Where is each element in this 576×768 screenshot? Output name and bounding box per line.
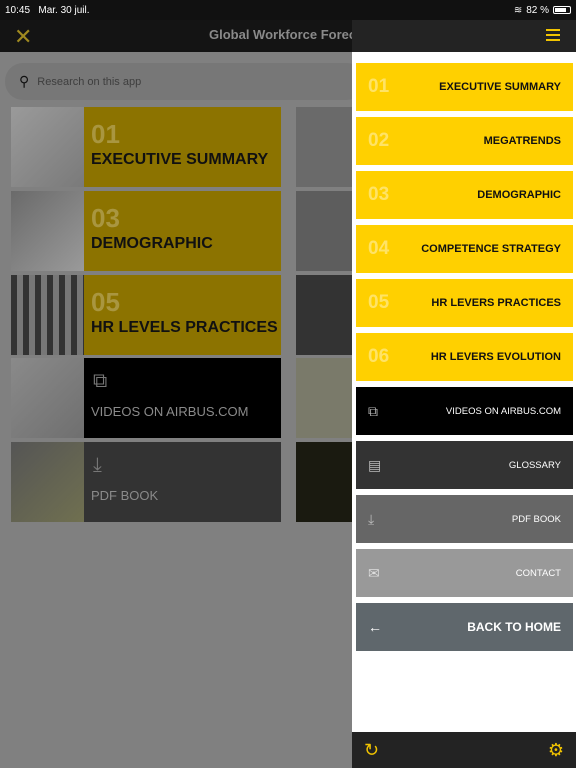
video-library-icon: ⧉ — [93, 370, 108, 392]
tile-videos[interactable]: ⧉ VIDEOS ON AIRBUS.COM — [11, 358, 281, 438]
tile-image[interactable] — [296, 442, 352, 522]
menu-item-hr-levers-evolution[interactable]: 06 HR LEVERS EVOLUTION — [356, 333, 573, 381]
app-header: ✕ Global Workforce Foreca — [0, 20, 363, 52]
tile-image[interactable] — [296, 191, 352, 271]
back-to-home-button[interactable]: ← BACK TO HOME — [356, 603, 573, 651]
menu-item-competence-strategy[interactable]: 04 COMPETENCE STRATEGY — [356, 225, 573, 273]
menu-link-label: PDF BOOK — [511, 513, 561, 525]
tile-number: 03 — [91, 203, 120, 233]
menu-item-hr-levers-practices[interactable]: 05 HR LEVERS PRACTICES — [356, 279, 573, 327]
menu-item-number: 06 — [368, 346, 390, 367]
menu-item-demographic[interactable]: 03 DEMOGRAPHIC — [356, 171, 573, 219]
tile-image — [11, 107, 84, 187]
wifi-icon: ≋ — [513, 4, 523, 16]
menu-link-label: GLOSSARY — [508, 459, 561, 471]
menu-item-label: MEGATRENDS — [483, 135, 561, 147]
menu-item-label: DEMOGRAPHIC — [477, 189, 561, 201]
close-icon[interactable]: ✕ — [14, 24, 32, 50]
app-title: Global Workforce Foreca — [209, 27, 364, 42]
refresh-icon[interactable]: ↻ — [364, 740, 379, 761]
menu-icon[interactable] — [546, 29, 560, 44]
menu-item-number: 03 — [368, 184, 390, 205]
gear-icon[interactable]: ⚙ — [548, 740, 564, 761]
status-bar: 10:45 Mar. 30 juil. ≋ 82 % — [0, 0, 576, 20]
arrow-left-icon: ← — [368, 619, 382, 635]
tile-image — [11, 358, 84, 438]
side-menu: 01 EXECUTIVE SUMMARY 02 MEGATRENDS 03 DEMOG… — [352, 20, 576, 768]
search-placeholder: Research on this app — [37, 75, 142, 88]
download-icon: ⤓ — [368, 510, 375, 527]
tile-image — [11, 191, 84, 271]
glossary-icon: ▤ — [368, 456, 382, 473]
menu-item-label: HR LEVERS PRACTICES — [431, 297, 561, 309]
menu-item-number: 05 — [368, 292, 390, 313]
search-icon: ⚲ — [19, 73, 30, 89]
menu-item-number: 04 — [368, 238, 390, 259]
tile-hr-levels-practices[interactable]: 05 HR LEVELS PRACTICES — [11, 275, 281, 355]
menu-item-label: COMPETENCE STRATEGY — [421, 243, 561, 255]
tile-label: VIDEOS ON AIRBUS.COM — [91, 404, 249, 419]
menu-footer: ↻ ⚙ — [352, 732, 576, 768]
download-icon: ⤓ — [93, 454, 102, 476]
tile-executive-summary[interactable]: 01 EXECUTIVE SUMMARY — [11, 107, 281, 187]
back-label: BACK TO HOME — [467, 620, 561, 634]
battery-icon — [553, 6, 571, 14]
menu-link-label: VIDEOS ON AIRBUS.COM — [445, 405, 561, 417]
tile-number: 05 — [91, 287, 120, 317]
tile-image[interactable] — [296, 107, 352, 187]
status-date: Mar. 30 juil. — [38, 4, 90, 16]
menu-link-videos[interactable]: ⧉ VIDEOS ON AIRBUS.COM — [356, 387, 573, 435]
tile-number: 01 — [91, 119, 120, 149]
menu-link-glossary[interactable]: ▤ GLOSSARY — [356, 441, 573, 489]
tile-label: PDF BOOK — [91, 488, 159, 503]
battery-text: 82 % — [526, 4, 549, 16]
tile-label: DEMOGRAPHIC — [91, 235, 213, 252]
menu-item-label: EXECUTIVE SUMMARY — [439, 81, 561, 93]
menu-link-contact[interactable]: ✉ CONTACT — [356, 549, 573, 597]
tile-image — [11, 442, 84, 522]
status-time: 10:45 — [5, 4, 31, 16]
menu-item-executive-summary[interactable]: 01 EXECUTIVE SUMMARY — [356, 63, 573, 111]
menu-item-number: 01 — [368, 76, 390, 97]
tile-image[interactable] — [296, 275, 352, 355]
search-input[interactable]: ⚲ Research on this app — [5, 63, 365, 100]
mail-icon: ✉ — [368, 564, 380, 581]
tile-label: HR LEVELS PRACTICES — [91, 319, 278, 336]
menu-link-label: CONTACT — [515, 567, 561, 579]
tile-image — [11, 275, 84, 355]
tile-image[interactable] — [296, 358, 352, 438]
tile-label: EXECUTIVE SUMMARY — [91, 151, 269, 168]
menu-item-label: HR LEVERS EVOLUTION — [430, 351, 561, 363]
video-library-icon: ⧉ — [368, 402, 378, 419]
menu-item-megatrends[interactable]: 02 MEGATRENDS — [356, 117, 573, 165]
tile-pdf-book[interactable]: ⤓ PDF BOOK — [11, 442, 281, 522]
menu-item-number: 02 — [368, 130, 390, 151]
menu-link-pdf-book[interactable]: ⤓ PDF BOOK — [356, 495, 573, 543]
tile-demographic[interactable]: 03 DEMOGRAPHIC — [11, 191, 281, 271]
